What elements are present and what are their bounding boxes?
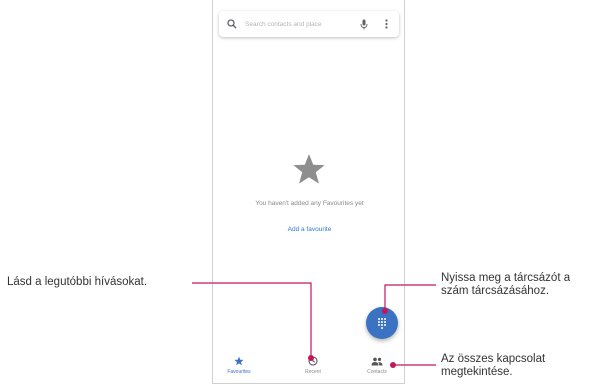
contacts-callout-line2: megtekintése. — [441, 365, 513, 378]
nav-label: Favourites — [227, 369, 251, 375]
more-options-icon[interactable] — [379, 17, 393, 31]
star-icon — [209, 355, 269, 367]
add-favourite-link[interactable]: Add a favourite — [213, 226, 406, 233]
nav-item-recent[interactable]: Recent — [283, 355, 343, 375]
contacts-callout-line1: Az összes kapcsolat — [441, 353, 546, 365]
dialpad-callout-line2: szám tárcsázásához. — [441, 284, 550, 297]
dialpad-callout-line1: Nyissa meg a tárcsázót a — [441, 272, 571, 284]
search-bar[interactable] — [219, 11, 399, 37]
microphone-icon[interactable] — [357, 17, 371, 31]
nav-item-contacts[interactable]: Contacts — [347, 355, 407, 375]
star-icon — [293, 154, 325, 184]
search-input[interactable] — [245, 20, 351, 28]
recent-callout-text: Lásd a legutóbbi hívásokat. — [7, 276, 148, 288]
clock-icon — [283, 355, 343, 367]
dialpad-button[interactable] — [366, 307, 398, 339]
nav-label: Contacts — [367, 369, 387, 375]
search-icon — [225, 17, 239, 31]
phone-screen: You haven't added any Favourites yet Add… — [212, 0, 405, 384]
dialpad-callout-text: Nyissa meg a tárcsázót a szám tárcsázásá… — [441, 272, 570, 297]
people-icon — [347, 355, 407, 367]
contacts-callout-text: Az összes kapcsolat megtekintése. — [441, 353, 545, 378]
nav-item-favourites[interactable]: Favourites — [209, 355, 269, 375]
nav-label: Recent — [305, 369, 321, 375]
empty-state-message: You haven't added any Favourites yet — [255, 200, 364, 207]
dialpad-icon — [378, 317, 386, 329]
